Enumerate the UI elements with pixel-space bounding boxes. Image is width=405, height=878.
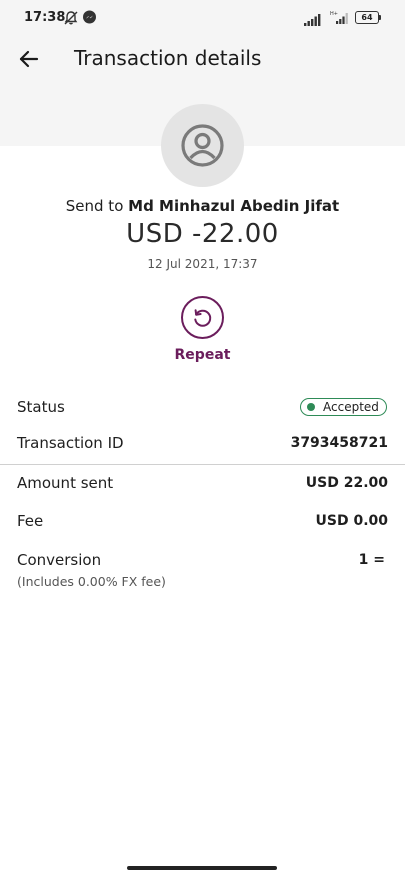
home-indicator[interactable]: [127, 866, 277, 870]
transaction-amount: USD -22.00: [126, 219, 279, 249]
arrow-left-icon: [19, 50, 39, 68]
fee-label: Fee: [17, 512, 44, 530]
signal-icon: H+: [330, 9, 350, 24]
page-title: Transaction details: [74, 46, 262, 70]
back-button[interactable]: [14, 44, 44, 74]
avatar: [161, 104, 244, 187]
repeat-icon: [194, 309, 212, 327]
divider: [0, 464, 405, 465]
svg-text:H+: H+: [330, 11, 338, 17]
conversion-value: 1 =: [358, 552, 385, 568]
status-value: Accepted: [323, 400, 379, 414]
fx-fee-note: (Includes 0.00% FX fee): [17, 574, 166, 589]
signal-icon: [304, 11, 322, 26]
status-time: 17:38: [24, 10, 66, 25]
battery-icon: 64: [355, 11, 382, 24]
status-dot: [307, 403, 315, 411]
conversion-label: Conversion: [17, 551, 102, 569]
repeat-label[interactable]: Repeat: [0, 347, 405, 363]
status-bar: 17:38 H+ 64: [0, 0, 405, 36]
alarm-off-icon: [63, 10, 79, 26]
transaction-datetime: 12 Jul 2021, 17:37: [147, 257, 258, 271]
battery-level: 64: [361, 13, 373, 22]
fee-value: USD 0.00: [315, 513, 389, 529]
user-circle-icon: [181, 124, 224, 167]
status-badge: Accepted: [300, 398, 387, 416]
repeat-button[interactable]: [181, 296, 224, 339]
send-to-prefix: Send to: [65, 197, 124, 215]
transaction-id-value: 3793458721: [290, 435, 388, 451]
amount-sent-value: USD 22.00: [305, 475, 388, 491]
amount-sent-label: Amount sent: [17, 474, 114, 492]
status-label: Status: [17, 398, 65, 416]
recipient-line: Send to Md Minhazul Abedin Jifat: [0, 197, 405, 215]
recipient-name: Md Minhazul Abedin Jifat: [128, 197, 340, 215]
transaction-id-label: Transaction ID: [17, 434, 124, 452]
messenger-icon: [82, 10, 97, 25]
